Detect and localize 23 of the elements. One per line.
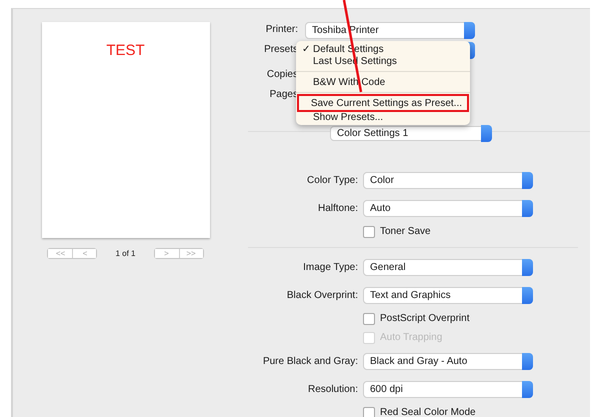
popup-menu[interactable]: Auto	[363, 200, 533, 216]
section-popup[interactable]: Color Settings 1	[330, 126, 492, 141]
checkbox-label: Red Seal Color Mode	[380, 407, 476, 417]
field-label: Halftone:	[316, 202, 358, 214]
field-label: Image Type:	[302, 262, 358, 272]
menu-item[interactable]: B&W With Code	[300, 76, 466, 88]
checkmark: ✓	[302, 43, 311, 55]
field-label: Pure Black and Gray:	[262, 356, 358, 366]
page-indicator: 1 of 1	[115, 249, 136, 258]
page-text: TEST	[106, 42, 145, 59]
popup-menu[interactable]: 600 dpi	[363, 380, 533, 398]
menu-item[interactable]: Save Current Settings as Preset...	[300, 97, 466, 109]
field-label: Printer:	[264, 23, 298, 37]
popup-menu[interactable]: General	[363, 258, 533, 276]
menu-item[interactable]: Show Presets...	[300, 111, 466, 123]
checkbox-label: Toner Save	[380, 226, 431, 237]
field-label: Black Overprint:	[286, 290, 358, 300]
checkbox-label: PostScript Overprint	[380, 313, 470, 324]
popup-menu[interactable]: Color	[363, 172, 533, 188]
popup-menu[interactable]: Black and Gray - Auto	[363, 352, 533, 370]
field-label: Resolution:	[306, 384, 358, 394]
popup-menu[interactable]: Text and Graphics	[363, 286, 533, 304]
field-label: Color Type:	[306, 174, 358, 186]
